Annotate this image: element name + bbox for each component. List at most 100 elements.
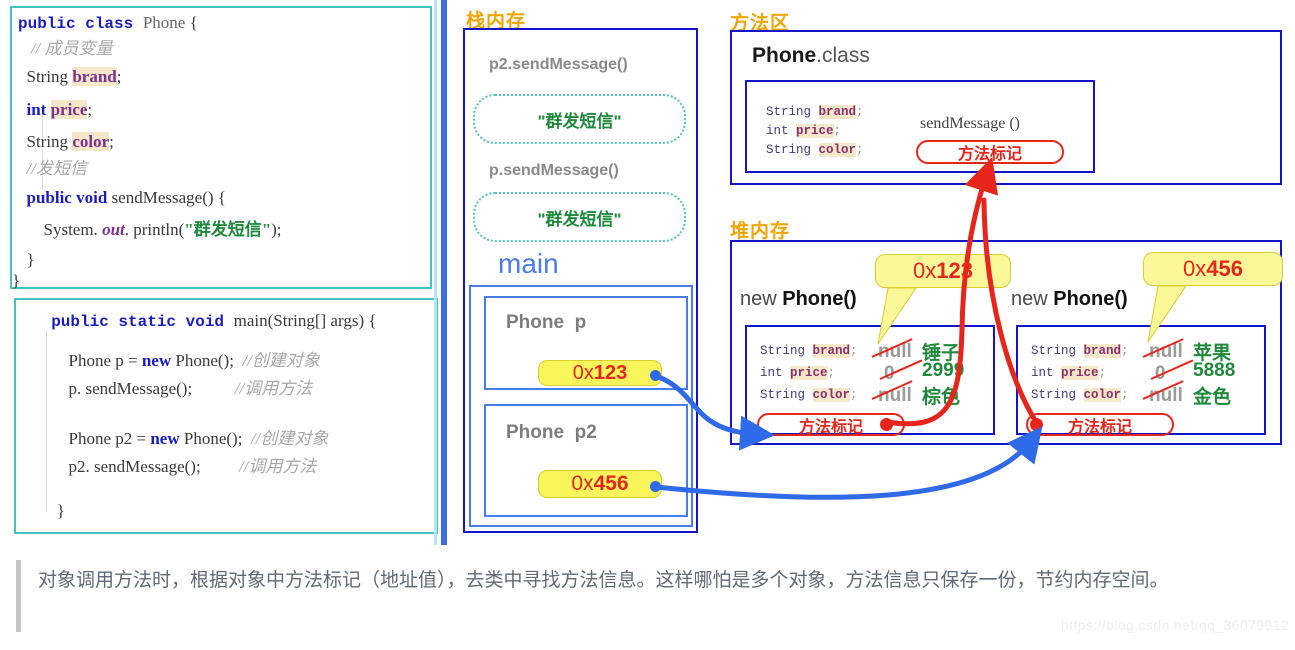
code-line: String brand; [18, 67, 121, 86]
code-indent-guide [46, 332, 47, 512]
address-value: 456 [593, 472, 629, 495]
class-name: Phone [752, 44, 817, 67]
code-token: // 成员变量 [18, 39, 113, 58]
code-token: public static void [32, 313, 234, 331]
address-value: 456 [1206, 256, 1243, 281]
heap-new-value: 金色 [1193, 387, 1232, 408]
address-prefix: 0x [913, 258, 937, 283]
field-separator: ; [850, 344, 858, 358]
stack-address-chip-p[interactable]: 0x 123 [538, 360, 662, 386]
field-name: price [796, 124, 834, 138]
constructor-name: Phone() [782, 288, 857, 310]
code-token: //调用方法 [238, 457, 317, 476]
address-prefix: 0x [1183, 256, 1207, 281]
address-value: 123 [936, 258, 973, 283]
method-tag-anchor-1 [880, 418, 893, 431]
field-separator: ; [1098, 366, 1107, 380]
variable-type: Phone [506, 312, 565, 333]
code-line: // 成员变量 [18, 39, 113, 58]
variable-name: p2 [574, 422, 597, 443]
code-token: int [26, 100, 51, 119]
code-token: String [18, 132, 73, 151]
field-type: String [766, 143, 819, 157]
field-separator: ; [856, 105, 864, 119]
code-token: new [150, 429, 184, 448]
stack-frame-output-text: "群发短信" [537, 111, 622, 131]
code-line: public static void main(String[] args) { [32, 312, 376, 331]
field-type: String [1031, 388, 1084, 402]
constructor-name: Phone() [1053, 288, 1128, 310]
field-name: brand [818, 105, 857, 119]
code-line: Phone p2 = new Phone(); //创建对象 [60, 429, 329, 448]
method-tag-object-2[interactable]: 方法标记 [1026, 413, 1174, 436]
code-token: color [72, 132, 110, 151]
code-token: sendMessage() { [111, 188, 226, 207]
field-name: price [1061, 366, 1099, 380]
heap-address-callout-1: 0x 123 [875, 254, 1011, 288]
heap-object-field: String brand; [760, 344, 858, 358]
address-value: 123 [593, 361, 628, 384]
stack-frame-output-text: "群发短信" [537, 209, 622, 229]
method-area-field: String color; [766, 143, 864, 157]
code-token: public class [18, 15, 143, 33]
code-token: ; [109, 132, 114, 151]
code-token: } [44, 501, 65, 520]
field-name: price [790, 366, 828, 380]
field-type: String [760, 344, 813, 358]
code-block-main-method: public static void main(String[] args) {… [14, 298, 438, 534]
panel-divider [441, 0, 447, 545]
code-token: Phone p2 = [60, 429, 151, 448]
code-token: . println( [124, 220, 185, 239]
stack-address-chip-p2[interactable]: 0x 456 [538, 470, 662, 498]
code-token: ; [87, 100, 93, 119]
heap-object-label-1: new Phone() [740, 288, 857, 311]
class-suffix: .class [816, 44, 870, 67]
code-line: String color; [18, 132, 114, 151]
arrow-p2-to-object2 [653, 426, 1043, 500]
field-separator: ; [850, 388, 858, 402]
code-line: //发短信 [18, 160, 87, 177]
method-area-class-label: Phone.class [752, 44, 870, 68]
code-line: p2. sendMessage(); //调用方法 [60, 457, 317, 476]
field-type: int [760, 366, 791, 380]
pointer-dot-p2 [650, 481, 661, 492]
pointer-dot-p [650, 370, 661, 381]
code-line: System. out. println("群发短信"); [18, 221, 282, 238]
stack-frame-output: "群发短信" [473, 94, 686, 144]
address-prefix: 0x [572, 361, 594, 384]
code-line: } [12, 272, 20, 289]
heap-new-value: 5888 [1193, 360, 1236, 381]
address-prefix: 0x [571, 472, 594, 495]
code-token: p2. sendMessage(); [60, 457, 239, 476]
method-tag-methodarea[interactable]: 方法标记 [916, 140, 1064, 164]
field-type: String [1031, 344, 1084, 358]
code-block-phone-class: public class Phone { // 成员变量 String bran… [10, 6, 432, 289]
stack-variable-box-p2 [484, 404, 688, 517]
code-token: Phone p = [60, 351, 142, 370]
field-name: color [818, 143, 857, 157]
field-type: int [1031, 366, 1062, 380]
code-token: String [18, 67, 73, 86]
code-token: { [185, 13, 198, 32]
heap-object-field: String brand; [1031, 344, 1129, 358]
field-name: color [1083, 388, 1122, 402]
panel-divider-light [434, 0, 437, 545]
field-name: brand [1083, 344, 1122, 358]
heap-object-field: String color; [760, 388, 858, 402]
code-token: price [50, 100, 88, 119]
field-separator: ; [856, 143, 864, 157]
caption-text: 对象调用方法时，根据对象中方法标记（地址值），去类中寻找方法信息。这样哪怕是多个… [38, 570, 1169, 591]
stack-variable-label-p: Phone p [506, 312, 586, 334]
field-separator: ; [1121, 344, 1129, 358]
code-token: } [12, 271, 21, 290]
heap-object-field: int price; [1031, 366, 1106, 380]
code-token: public void [18, 188, 112, 207]
code-token: //创建对象 [250, 429, 329, 448]
code-token: } [18, 250, 35, 269]
method-area-field: int price; [766, 124, 841, 138]
code-line: public class Phone { [18, 14, 198, 32]
new-keyword: new [1011, 288, 1054, 310]
field-name: color [812, 388, 851, 402]
code-token: Phone(); [175, 351, 243, 370]
